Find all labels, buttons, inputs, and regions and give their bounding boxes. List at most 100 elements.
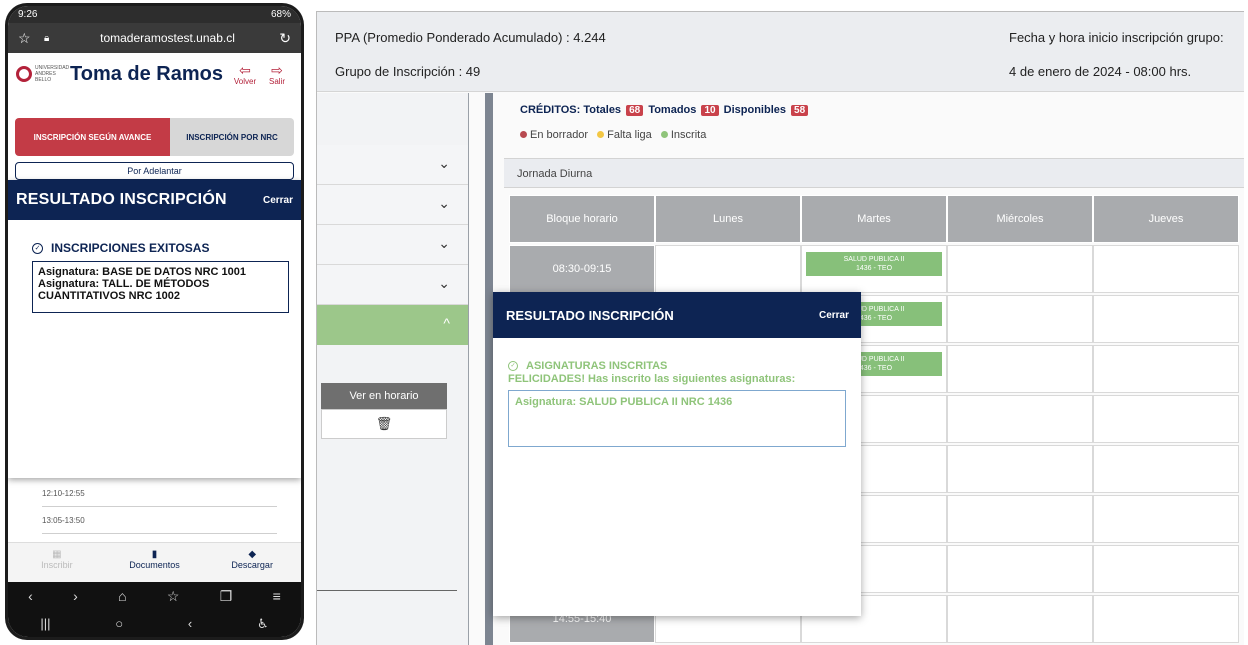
nav-inscribir[interactable]: ▦ Inscribir (8, 543, 106, 582)
header-miercoles: Miércoles (947, 195, 1093, 243)
header-jueves: Jueves (1093, 195, 1239, 243)
nav-documentos-label: Documentos (129, 560, 180, 570)
schedule-header-row: Bloque horario Lunes Martes Miércoles Ju… (509, 195, 1244, 245)
nav-descargar[interactable]: ◆ Descargar (203, 543, 301, 582)
volver-button[interactable]: ⇦ Volver (229, 63, 261, 86)
borrador-dot-icon (520, 131, 527, 138)
logo-icon (16, 66, 32, 82)
back-icon: ⇦ (239, 61, 251, 78)
schedule-cell[interactable] (947, 595, 1093, 643)
download-icon: ◆ (248, 549, 257, 560)
nav-documentos[interactable]: ▮ Documentos (106, 543, 204, 582)
accordion-item[interactable]: ⌄ (317, 145, 468, 185)
credits-tomados-badge: 10 (701, 105, 719, 116)
student-info-bar: PPA (Promedio Ponderado Acumulado) : 4.2… (317, 12, 1244, 92)
tab-inscripcion-segun-avance[interactable]: INSCRIPCIÓN SEGÚN AVANCE (15, 118, 170, 156)
trash-icon: 🗑︎ (375, 416, 393, 431)
desktop-modal-list: Asignatura: SALUD PUBLICA II NRC 1436 (508, 390, 846, 447)
schedule-cell[interactable] (947, 445, 1093, 493)
app-header: UNIVERSIDAD ANDRES BELLO Toma de Ramos ⇦… (8, 53, 301, 95)
url-bar[interactable]: tomaderamostest.unab.cl (60, 31, 275, 45)
status-bar: 9:26 68% (8, 6, 301, 23)
browser-back-icon[interactable]: ‹ (28, 588, 33, 604)
home-icon[interactable]: ☆ (18, 30, 34, 47)
desktop-modal-heading-text: ASIGNATURAS INSCRITAS (526, 360, 668, 372)
legend-inscrita: Inscrita (670, 129, 707, 141)
schedule-cell[interactable] (947, 545, 1093, 593)
chevron-down-icon: ⌄ (438, 155, 450, 171)
browser-home-icon[interactable]: ⌂ (118, 588, 126, 604)
schedule-cell[interactable] (1093, 545, 1239, 593)
desktop-modal-close-button[interactable]: Cerrar (819, 310, 849, 321)
schedule-cell[interactable] (1093, 295, 1239, 343)
schedule-cell[interactable] (947, 295, 1093, 343)
nav-inscribir-label: Inscribir (41, 560, 73, 570)
schedule-cell[interactable] (947, 495, 1093, 543)
salir-button[interactable]: ⇨ Salir (261, 63, 293, 86)
phone-modal-close-button[interactable]: Cerrar (263, 195, 293, 206)
credits-totales-badge: 68 (626, 105, 644, 116)
chevron-up-icon: ^ (443, 315, 450, 331)
browser-forward-icon[interactable]: › (73, 588, 78, 604)
schedule-cell[interactable] (947, 395, 1093, 443)
delete-button[interactable]: 🗑︎ (321, 409, 447, 439)
schedule-cell[interactable] (1093, 245, 1239, 293)
accordion-item[interactable]: ⌄ (317, 225, 468, 265)
legend-falta-liga: Falta liga (607, 129, 652, 141)
schedule-cell[interactable] (947, 245, 1093, 293)
tabs-icon[interactable]: ❐ (220, 588, 233, 605)
system-home-icon[interactable]: ○ (115, 616, 123, 631)
lock-icon: 🔒︎ (44, 32, 50, 44)
system-back-icon[interactable]: ‹ (188, 616, 192, 631)
credits-disponibles-badge: 58 (791, 105, 809, 116)
header-martes: Martes (801, 195, 947, 243)
phone-time-list: 12:10-12:55 13:05-13:50 (42, 480, 277, 534)
accessibility-icon[interactable]: ♿︎ (257, 616, 269, 632)
schedule-cell[interactable] (655, 245, 801, 293)
desktop-modal-subheading: FELICIDADES! Has inscrito las siguientes… (508, 373, 796, 385)
course-list-panel: ⌄ ⌄ ⌄ ⌄ ^ Ver en horario 🗑︎ (317, 93, 469, 645)
schedule-cell[interactable]: SALUD PUBLICA II 1436 - TEO (801, 245, 947, 293)
schedule-cell[interactable] (1093, 595, 1239, 643)
schedule-row: 08:30-09:15 SALUD PUBLICA II 1436 - TEO (509, 245, 1244, 295)
advance-selector[interactable]: Por Adelantar (15, 162, 294, 180)
course-name: SALUD PUBLICA II (843, 256, 905, 263)
menu-icon[interactable]: ≡ (273, 588, 281, 604)
android-navigation: ‹ › ⌂ ☆ ❐ ≡ ||| ○ ‹ ♿︎ (8, 582, 301, 637)
desktop-modal-title: RESULTADO INSCRIPCIÓN (506, 307, 674, 323)
advance-selector-label: Por Adelantar (127, 166, 182, 176)
logout-icon: ⇨ (271, 61, 283, 78)
bookmark-icon[interactable]: ☆ (167, 588, 180, 605)
schedule-cell[interactable] (1093, 445, 1239, 493)
schedule-cell[interactable] (1093, 395, 1239, 443)
ver-en-horario-button[interactable]: Ver en horario (321, 383, 447, 409)
fecha-value: 4 de enero de 2024 - 08:00 hrs. (1009, 64, 1192, 79)
time-row: 13:05-13:50 (42, 507, 277, 534)
phone-modal-item: Asignatura: TALL. DE MÉTODOS CUANTITATIV… (38, 278, 210, 302)
schedule-cell[interactable] (947, 345, 1093, 393)
phone-modal-title: RESULTADO INSCRIPCIÓN (16, 191, 227, 208)
app-title: Toma de Ramos (70, 62, 223, 85)
credits-tomados-label: Tomados (648, 104, 697, 116)
status-battery: 68% (270, 9, 291, 20)
schedule-cell[interactable] (1093, 345, 1239, 393)
tab-inscripcion-por-nrc[interactable]: INSCRIPCIÓN POR NRC (170, 118, 294, 156)
phone-frame: 9:26 68% ☆ 🔒︎ tomaderamostest.unab.cl ↻ … (5, 3, 304, 640)
accordion-item-expanded[interactable]: ^ (317, 305, 468, 345)
accordion-item[interactable]: ⌄ (317, 185, 468, 225)
course-block[interactable]: SALUD PUBLICA II 1436 - TEO (806, 252, 942, 276)
desktop-result-modal: RESULTADO INSCRIPCIÓN Cerrar ✓ ASIGNATURA… (493, 292, 861, 616)
inscrita-dot-icon (660, 131, 668, 138)
chevron-down-icon: ⌄ (438, 275, 450, 291)
accordion-item[interactable]: ⌄ (317, 265, 468, 305)
desktop-modal-item: Asignatura: SALUD PUBLICA II NRC 1436 (515, 396, 733, 408)
phone-modal-heading-text: INSCRIPCIONES EXITOSAS (51, 241, 210, 255)
desktop-view: PPA (Promedio Ponderado Acumulado) : 4.2… (316, 11, 1244, 645)
recent-apps-icon[interactable]: ||| (40, 616, 50, 631)
phone-result-modal: RESULTADO INSCRIPCIÓN Cerrar ✓ INSCRIPCI… (8, 180, 301, 478)
legend-borrador: En borrador (530, 129, 589, 141)
reload-icon[interactable]: ↻ (275, 30, 291, 47)
schedule-cell[interactable] (1093, 495, 1239, 543)
chevron-down-icon: ⌄ (438, 235, 450, 251)
phone-screen: 9:26 68% ☆ 🔒︎ tomaderamostest.unab.cl ↻ … (8, 6, 301, 637)
